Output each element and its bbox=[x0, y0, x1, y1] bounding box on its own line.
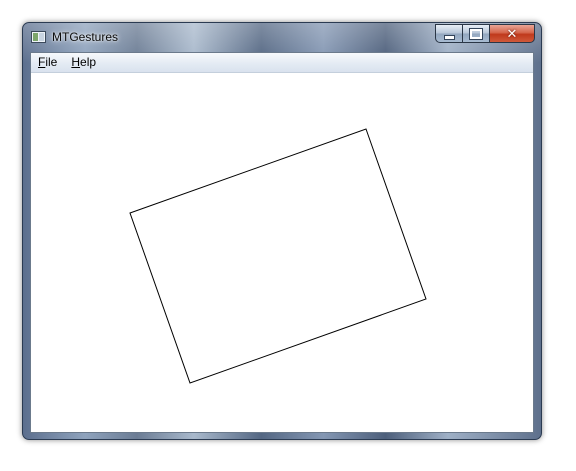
menu-help-accelerator: H bbox=[71, 55, 81, 69]
menu-file[interactable]: File bbox=[31, 53, 64, 72]
app-window-icon[interactable] bbox=[31, 31, 46, 43]
minimize-button[interactable] bbox=[435, 24, 462, 43]
menu-help-label: elp bbox=[80, 55, 97, 69]
maximize-button[interactable] bbox=[462, 24, 489, 43]
caption-buttons: ✕ bbox=[435, 24, 535, 43]
maximize-icon bbox=[470, 28, 482, 39]
title-bar[interactable]: MTGestures ✕ bbox=[23, 23, 541, 52]
gesture-canvas[interactable] bbox=[31, 73, 533, 432]
window-title: MTGestures bbox=[52, 30, 119, 44]
menu-bar: File Help bbox=[31, 53, 533, 73]
close-button[interactable]: ✕ bbox=[489, 24, 535, 43]
menu-help[interactable]: Help bbox=[64, 53, 103, 72]
minimize-icon bbox=[443, 34, 455, 40]
client-area: File Help bbox=[30, 52, 534, 433]
close-icon: ✕ bbox=[506, 26, 518, 41]
app-window: MTGestures ✕ File Help bbox=[22, 22, 542, 440]
gesture-drawing bbox=[129, 128, 427, 384]
rotated-rectangle[interactable] bbox=[129, 128, 427, 384]
menu-file-label: ile bbox=[45, 55, 58, 69]
